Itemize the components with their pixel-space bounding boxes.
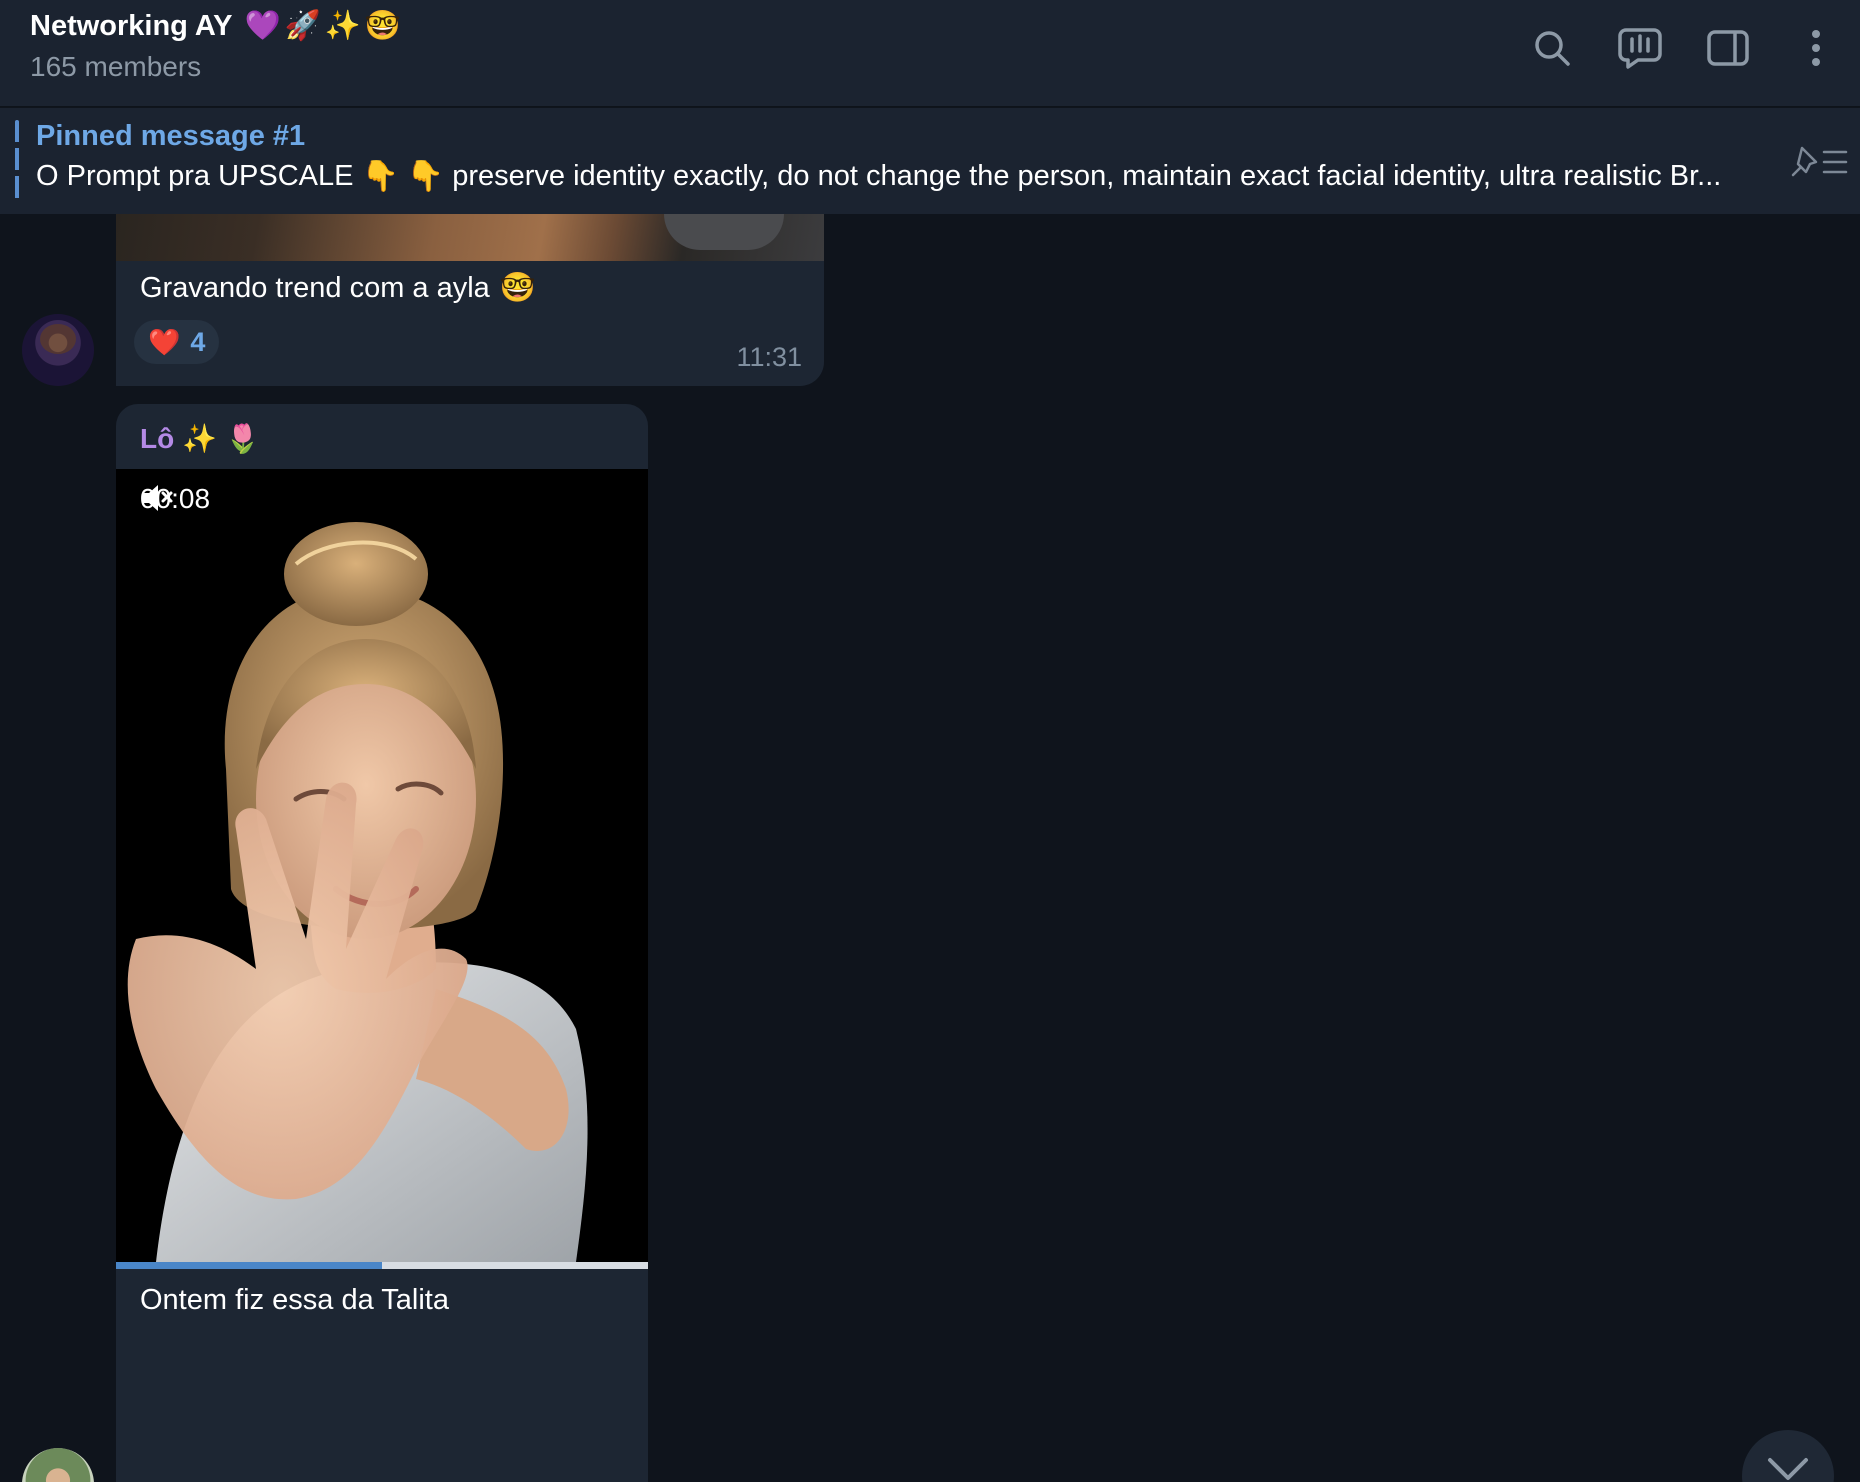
sender-name-text: Lô [140,423,175,454]
chat-title-text: Networking AY [30,9,233,42]
side-panel-button[interactable] [1684,20,1772,76]
chat-window: Networking AY 💜 🚀 ✨ 🤓 165 members Pinned… [0,0,1860,1482]
avatar[interactable] [22,1448,94,1482]
sender-name[interactable]: Lô ✨ 🌷 [140,416,260,462]
video-progress-bar[interactable] [116,1262,648,1269]
chat-title-emojis: 💜 🚀 ✨ 🤓 [244,9,401,42]
chevron-down-icon [1768,1458,1808,1480]
reaction-count: 4 [190,326,206,357]
photo-object [664,214,784,250]
message-time: 11:31 [736,342,802,372]
pinned-list-button[interactable] [1788,138,1852,186]
pinned-text: O Prompt pra UPSCALE 👇 👇 preserve identi… [36,160,1736,193]
message-bubble[interactable]: Gravando trend com a ayla 🤓 ❤️ 4 11:31 [116,214,824,386]
pinned-title: Pinned message #1 [36,120,306,152]
message-bubble[interactable]: Lô ✨ 🌷 00:08 Ontem fiz essa da Talita [116,404,648,1482]
pin-list-icon [1791,146,1848,177]
live-chat-button[interactable] [1596,20,1684,76]
purple-heart-emoji: 💜 [244,9,281,42]
video-player[interactable]: 00:08 [116,469,648,1262]
more-vertical-icon [1812,30,1820,66]
pinned-indicator [15,120,19,204]
message-photo[interactable] [116,214,824,261]
red-heart-emoji: ❤️ [148,327,181,357]
pinned-message-bar[interactable]: Pinned message #1 O Prompt pra UPSCALE 👇… [0,108,1860,214]
scroll-to-bottom-button[interactable] [1742,1430,1834,1482]
live-chat-icon [1618,28,1662,69]
search-button[interactable] [1508,20,1596,76]
member-count: 165 members [30,51,202,82]
nerd-face-emoji: 🤓 [499,272,536,304]
avatar[interactable] [22,314,94,386]
pinned-text-body: preserve identity exactly, do not change… [452,160,1722,192]
rocket-emoji: 🚀 [284,9,321,42]
video-meta: 00:08 [140,483,210,515]
video-progress-fill [116,1262,382,1269]
chat-header: Networking AY 💜 🚀 ✨ 🤓 165 members [0,0,1860,107]
sparkles-emoji: ✨ [324,9,361,42]
pinned-text-prefix: O Prompt pra UPSCALE [36,160,354,192]
pointing-down-emoji: 👇 [406,160,445,193]
message-text: Gravando trend com a ayla 🤓 [140,272,536,305]
side-panel-icon [1707,30,1749,66]
tulip-emoji: 🌷 [225,423,260,454]
message-text-content: Gravando trend com a ayla [140,272,490,304]
chat-title[interactable]: Networking AY 💜 🚀 ✨ 🤓 [30,6,401,46]
message-text: Ontem fiz essa da Talita [140,1284,449,1316]
search-icon [1535,31,1570,66]
header-actions [1508,20,1860,76]
muted-speaker-icon[interactable] [140,483,174,513]
reaction-chip[interactable]: ❤️ 4 [134,320,220,364]
video-frame [116,469,648,1262]
pointing-down-emoji: 👇 [361,160,399,193]
sparkles-emoji: ✨ [182,423,218,454]
more-options-button[interactable] [1772,20,1860,76]
message-list[interactable]: Gravando trend com a ayla 🤓 ❤️ 4 11:31 L… [0,214,1860,1482]
nerd-face-emoji: 🤓 [364,9,401,42]
